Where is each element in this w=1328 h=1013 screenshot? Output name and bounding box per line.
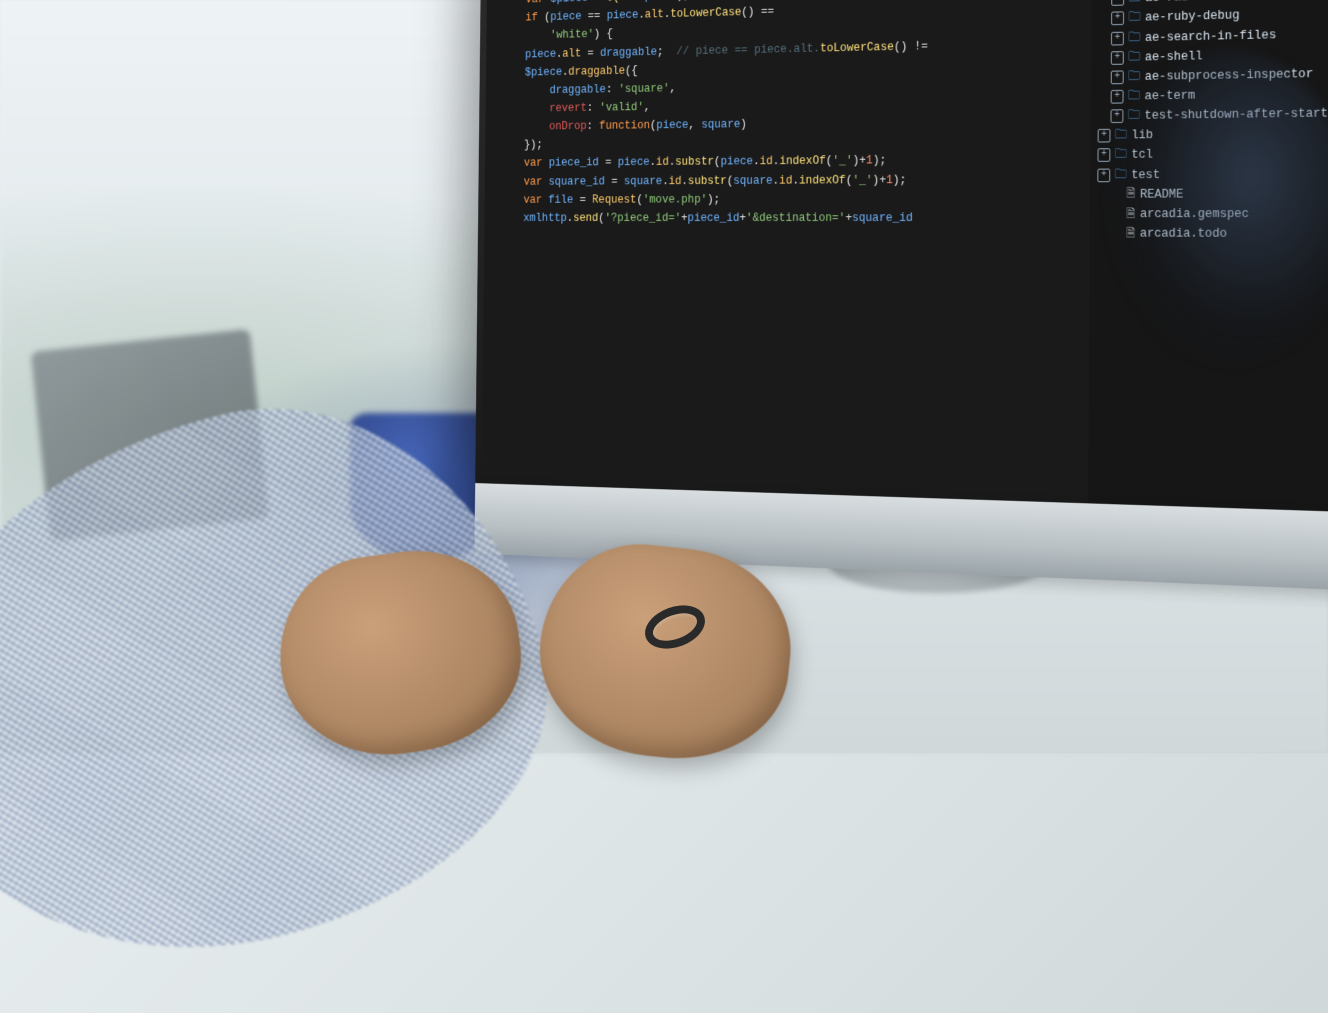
- monitor-bezel: function initBoard(piece, square) { var …: [475, 0, 1328, 521]
- tree-item-label: ae-subprocess-inspector: [1145, 64, 1314, 87]
- tree-item-label: ae-shell: [1145, 46, 1203, 67]
- tree-expand-icon[interactable]: +: [1111, 12, 1124, 26]
- tree-expand-icon[interactable]: +: [1097, 168, 1110, 182]
- code-editor-pane[interactable]: function initBoard(piece, square) { var …: [481, 0, 1091, 503]
- tree-folder[interactable]: + 🗀test: [1097, 164, 1328, 185]
- code-line[interactable]: xmlhttp.send('?piece_id='+piece_id+'&des…: [498, 208, 1080, 227]
- folder-icon: 🗀: [1128, 28, 1140, 48]
- tree-folder[interactable]: + 🗀test-shutdown-after-startup: [1098, 103, 1328, 126]
- folder-icon: 🗀: [1115, 126, 1127, 146]
- tree-expand-icon[interactable]: +: [1097, 149, 1110, 163]
- tablet-device: [31, 329, 270, 541]
- folder-icon: 🗀: [1129, 0, 1141, 9]
- code-line[interactable]: var file = Request('move.php');: [499, 189, 1081, 209]
- tree-file[interactable]: 🗎 arcadia.todo: [1097, 224, 1328, 244]
- tree-expand-icon[interactable]: +: [1111, 109, 1124, 123]
- tree-item-label: lib: [1131, 126, 1153, 146]
- tree-folder[interactable]: + 🗀ae-subprocess-inspector: [1098, 63, 1328, 87]
- tree-expand-icon[interactable]: +: [1111, 90, 1124, 104]
- tree-folder[interactable]: + 🗀tcl: [1097, 144, 1328, 166]
- tree-item-label: README: [1140, 184, 1183, 204]
- tree-item-label: ae-search-in-files: [1145, 25, 1276, 48]
- tree-item-label: ae-ruby-debug: [1145, 6, 1239, 28]
- tree-folder[interactable]: + 🗀lib: [1098, 124, 1328, 146]
- folder-icon: 🗀: [1128, 8, 1140, 28]
- folder-icon: 🗀: [1115, 165, 1127, 185]
- file-tree-pane[interactable]: +🗀ae-file-history+🗀ae-output+🗀ae-rad+🗀ae…: [1088, 0, 1328, 512]
- folder-icon: 🗀: [1128, 67, 1140, 87]
- tree-item-label: test: [1131, 165, 1160, 185]
- tree-item-label: arcadia.todo: [1140, 224, 1227, 244]
- folder-icon: 🗀: [1128, 106, 1140, 126]
- file-icon: 🗎: [1127, 185, 1136, 203]
- file-icon: 🗎: [1126, 225, 1135, 243]
- tree-item-label: test-shutdown-after-startup: [1144, 104, 1328, 126]
- tree-expand-icon[interactable]: +: [1111, 31, 1124, 45]
- ide-screen: function initBoard(piece, square) { var …: [481, 0, 1328, 512]
- tree-item-label: ae-term: [1145, 86, 1196, 106]
- folder-icon: 🗀: [1128, 48, 1140, 68]
- file-icon: 🗎: [1126, 205, 1135, 223]
- tree-item-label: arcadia.gemspec: [1140, 204, 1249, 224]
- tree-item-label: tcl: [1131, 145, 1153, 165]
- folder-icon: 🗀: [1115, 146, 1127, 166]
- imac-monitor: function initBoard(piece, square) { var …: [475, 0, 1328, 521]
- tree-file[interactable]: 🗎README: [1097, 184, 1328, 205]
- tree-file[interactable]: 🗎 arcadia.gemspec: [1097, 204, 1328, 224]
- tree-expand-icon[interactable]: +: [1111, 70, 1124, 84]
- code-line[interactable]: var square_id = square.id.substr(square.…: [499, 169, 1081, 191]
- folder-icon: 🗀: [1128, 87, 1140, 107]
- tree-expand-icon[interactable]: +: [1098, 129, 1111, 143]
- tree-expand-icon[interactable]: +: [1111, 51, 1124, 65]
- tree-expand-icon[interactable]: +: [1111, 0, 1124, 6]
